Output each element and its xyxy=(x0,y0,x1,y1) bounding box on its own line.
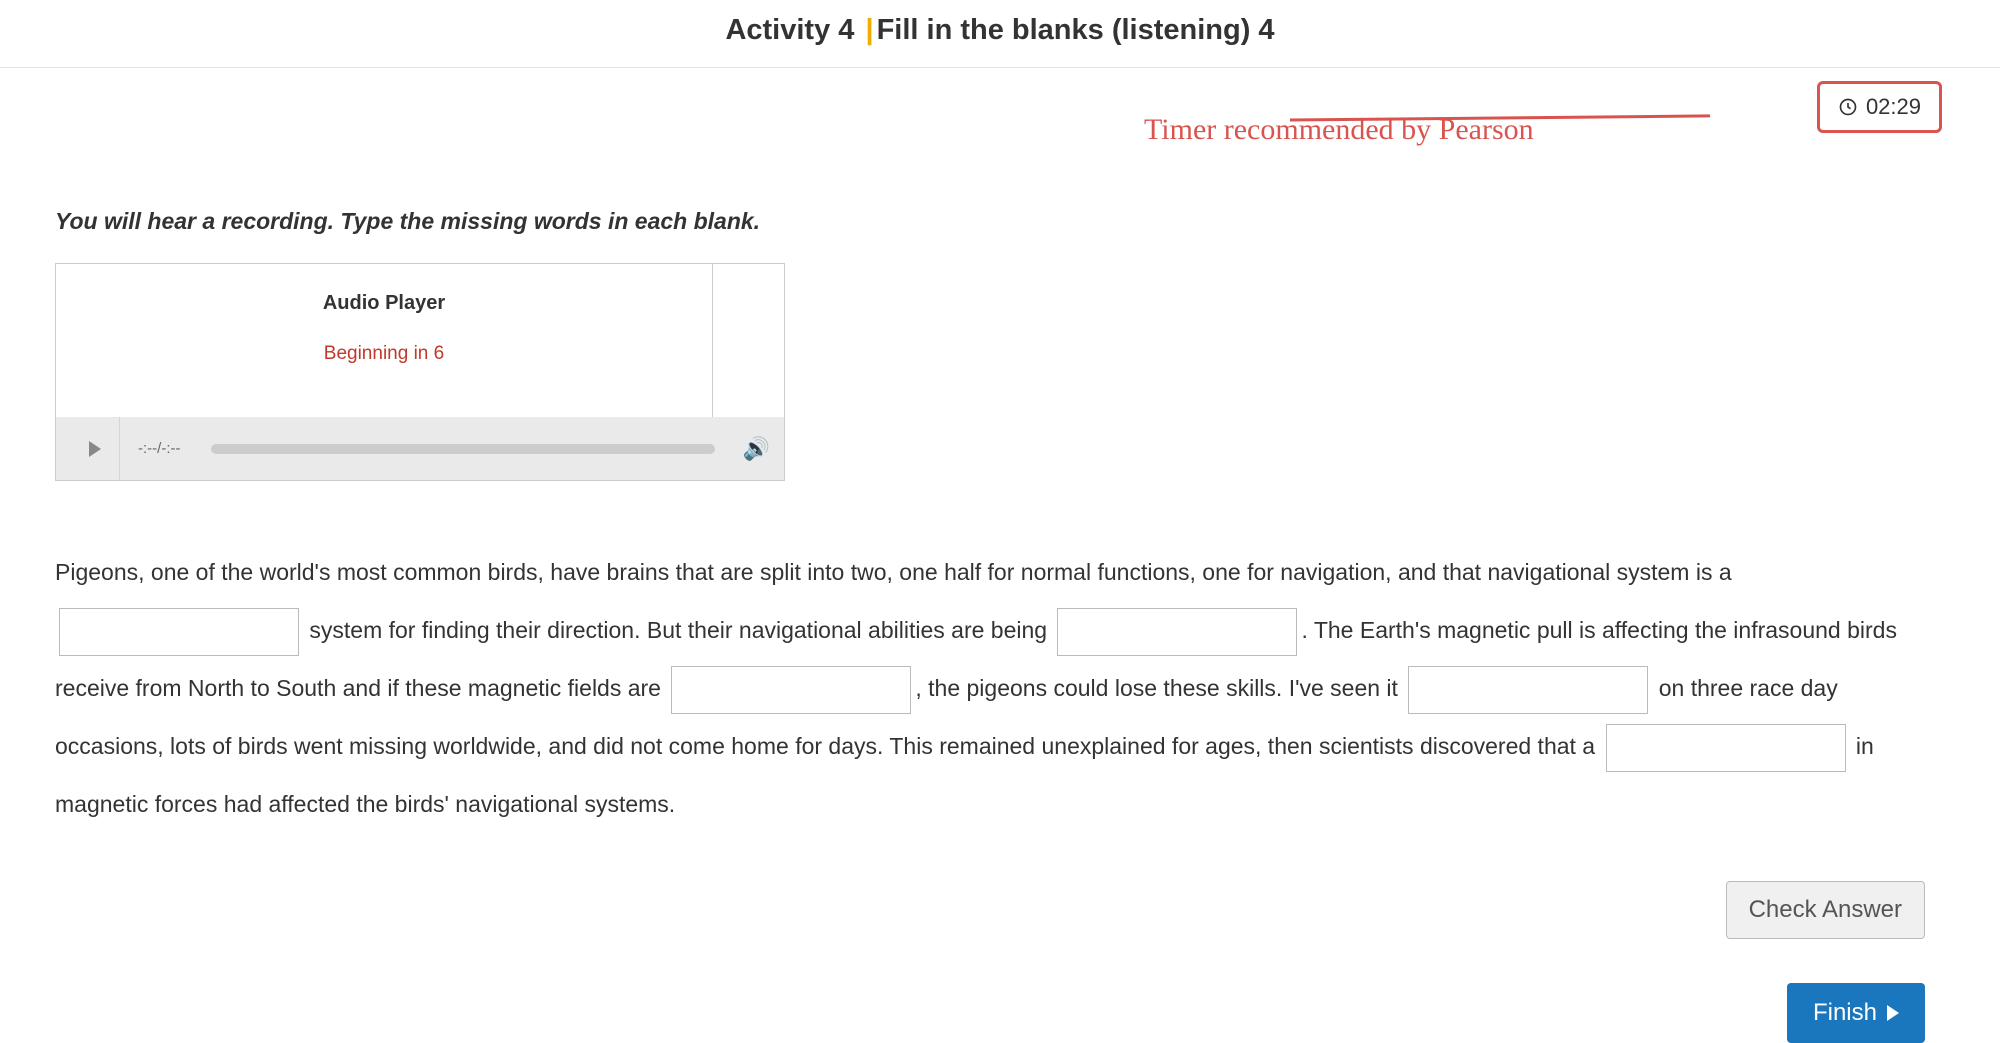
volume-icon[interactable]: 🔊 xyxy=(743,436,770,462)
activity-prefix: Activity 4 xyxy=(725,14,862,46)
play-icon xyxy=(89,441,101,457)
play-button[interactable] xyxy=(70,417,120,480)
passage-seg-4: , the pigeons could lose these skills. I… xyxy=(915,675,1404,701)
page-header: Activity 4 |Fill in the blanks (listenin… xyxy=(0,0,2000,68)
blank-input-4[interactable] xyxy=(1408,666,1648,714)
passage-seg-2: system for finding their direction. But … xyxy=(303,617,1053,643)
audio-controls: -:--/-:-- 🔊 xyxy=(56,417,784,480)
blank-input-5[interactable] xyxy=(1606,724,1846,772)
audio-player: Audio Player Beginning in 6 -:--/-:-- 🔊 xyxy=(55,263,785,481)
blank-input-1[interactable] xyxy=(59,608,299,656)
title-separator: | xyxy=(865,14,873,46)
audio-countdown: Beginning in 6 xyxy=(66,343,702,365)
finish-button-label: Finish xyxy=(1813,999,1877,1027)
passage-seg-1: Pigeons, one of the world's most common … xyxy=(55,559,1732,585)
activity-title: Activity 4 |Fill in the blanks (listenin… xyxy=(725,14,1274,46)
blank-input-3[interactable] xyxy=(671,666,911,714)
finish-button[interactable]: Finish xyxy=(1787,983,1925,1043)
timer-box: 02:29 xyxy=(1817,81,1942,133)
audio-player-label: Audio Player xyxy=(66,292,702,315)
instructions-text: You will hear a recording. Type the miss… xyxy=(55,208,1945,235)
passage-text: Pigeons, one of the world's most common … xyxy=(55,543,1945,833)
arrow-right-icon xyxy=(1887,1005,1899,1021)
timer-annotation: Timer recommended by Pearson xyxy=(1144,113,1534,147)
clock-icon xyxy=(1838,97,1858,117)
audio-progress-bar[interactable] xyxy=(211,444,715,454)
activity-name: Fill in the blanks (listening) 4 xyxy=(877,14,1275,46)
check-answer-button[interactable]: Check Answer xyxy=(1726,881,1925,939)
audio-time-display: -:--/-:-- xyxy=(138,440,193,457)
audio-side-column xyxy=(712,264,784,417)
blank-input-2[interactable] xyxy=(1057,608,1297,656)
timer-value: 02:29 xyxy=(1866,94,1921,120)
